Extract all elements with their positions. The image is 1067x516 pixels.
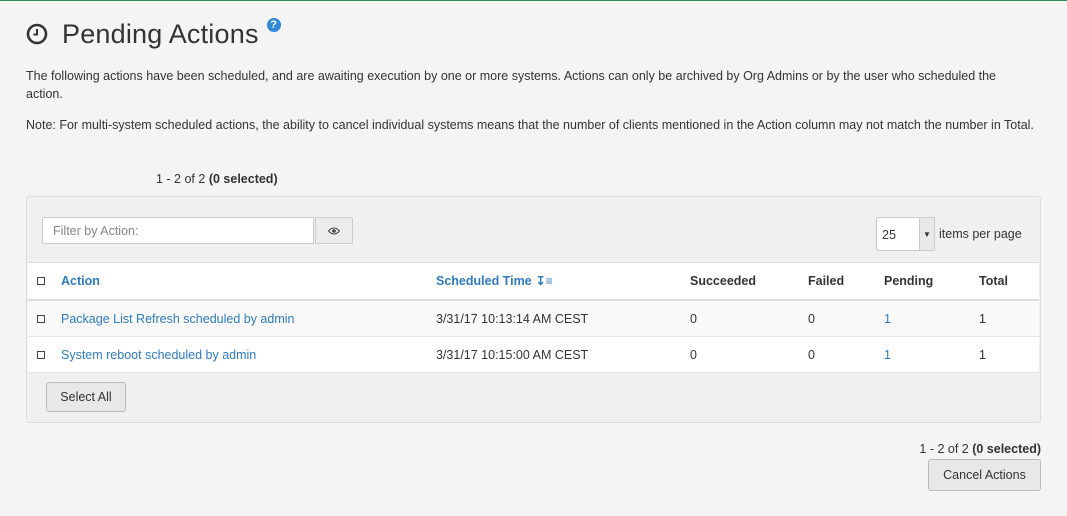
row-checkbox[interactable]	[37, 314, 45, 323]
help-icon[interactable]: ?	[266, 18, 281, 32]
eye-icon	[328, 227, 340, 234]
succeeded-cell: 0	[690, 300, 808, 337]
column-pending: Pending	[884, 262, 979, 301]
column-action[interactable]: Action	[61, 262, 436, 301]
succeeded-cell: 0	[690, 336, 808, 373]
filter-toggle-button[interactable]	[315, 217, 353, 244]
column-succeeded: Succeeded	[690, 262, 808, 301]
items-per-page-label: items per page	[939, 227, 1022, 241]
select-all-button[interactable]: Select All	[46, 382, 126, 412]
page-header: Pending Actions ?	[26, 17, 281, 51]
clock-icon	[26, 23, 48, 45]
select-all-checkbox-cell	[28, 262, 61, 301]
failed-cell: 0	[808, 336, 884, 373]
filter-input[interactable]	[42, 217, 314, 244]
row-checkbox[interactable]	[37, 350, 45, 359]
pager-selected: (0 selected)	[208, 172, 278, 186]
chevron-down-icon: ▼	[919, 218, 934, 250]
pending-link[interactable]: 1	[884, 300, 979, 337]
table-row: Package List Refresh scheduled by admin …	[28, 300, 1039, 337]
page-title: Pending Actions	[62, 18, 259, 49]
note-text: Note: For multi-system scheduled actions…	[26, 118, 1034, 132]
pager-selected: (0 selected)	[972, 442, 1041, 456]
pager-range: 1 - 2 of 2	[156, 172, 206, 186]
table-header-row: Action Scheduled Time ↧≡ Succeeded Failed…	[28, 262, 1039, 301]
items-per-page-select[interactable]: 25 ▼	[876, 217, 935, 251]
pager-summary-bottom: 1 - 2 of 2 (0 selected)	[919, 442, 1041, 456]
action-link[interactable]: System reboot scheduled by admin	[61, 336, 436, 373]
header-checkbox[interactable]	[37, 277, 45, 285]
pending-link[interactable]: 1	[884, 336, 979, 373]
column-scheduled-time-label: Scheduled Time	[436, 274, 532, 288]
failed-cell: 0	[808, 300, 884, 337]
table-row: System reboot scheduled by admin 3/31/17…	[28, 336, 1039, 373]
actions-table: Action Scheduled Time ↧≡ Succeeded Failed…	[28, 262, 1039, 373]
row-checkbox-cell	[28, 336, 61, 373]
pager-summary-top: 1 - 2 of 2 (0 selected)	[156, 172, 278, 186]
scheduled-time-cell: 3/31/17 10:13:14 AM CEST	[436, 300, 690, 337]
row-checkbox-cell	[28, 300, 61, 337]
pager-range: 1 - 2 of 2	[919, 442, 969, 456]
column-scheduled-time[interactable]: Scheduled Time ↧≡	[436, 262, 690, 301]
actions-panel: 25 ▼ items per page Action Scheduled Tim…	[26, 196, 1041, 423]
scheduled-time-cell: 3/31/17 10:15:00 AM CEST	[436, 336, 690, 373]
total-cell: 1	[979, 336, 1039, 373]
column-total: Total	[979, 262, 1039, 301]
intro-text: The following actions have been schedule…	[26, 69, 997, 101]
action-link[interactable]: Package List Refresh scheduled by admin	[61, 300, 436, 337]
column-failed: Failed	[808, 262, 884, 301]
total-cell: 1	[979, 300, 1039, 337]
sort-ascending-icon: ↧≡	[535, 274, 553, 288]
items-per-page-value: 25	[882, 228, 896, 242]
cancel-actions-button[interactable]: Cancel Actions	[928, 459, 1041, 491]
